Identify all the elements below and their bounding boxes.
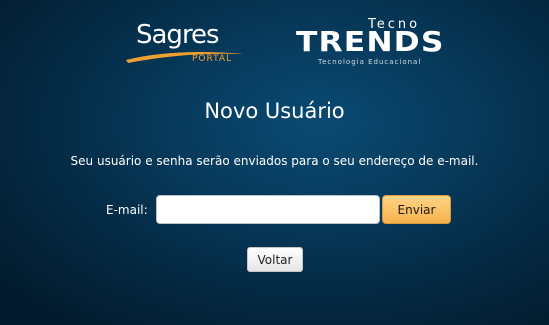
tecnotrends-logo-subtitle: Tecnologia Educacional bbox=[318, 58, 422, 66]
sagres-logo-text: Sagres bbox=[136, 20, 220, 50]
send-button[interactable]: Enviar bbox=[382, 195, 451, 224]
tecnotrends-logo: Tecno TRENDS Tecnologia Educacional bbox=[294, 18, 443, 74]
page-title: Novo Usuário bbox=[204, 99, 345, 123]
sagres-logo-subtitle: PORTAL bbox=[192, 54, 233, 64]
email-form: E-mail: Enviar bbox=[0, 195, 549, 225]
sagres-portal-logo: Sagres PORTAL bbox=[124, 20, 246, 70]
header-logos: Sagres PORTAL Tecno TRENDS Tecnologia Ed… bbox=[0, 18, 549, 80]
email-label: E-mail: bbox=[106, 203, 148, 217]
back-button[interactable]: Voltar bbox=[247, 247, 303, 272]
info-text: Seu usuário e senha serão enviados para … bbox=[70, 154, 479, 168]
tecnotrends-logo-main: TRENDS bbox=[296, 25, 445, 58]
email-input[interactable] bbox=[156, 195, 380, 224]
